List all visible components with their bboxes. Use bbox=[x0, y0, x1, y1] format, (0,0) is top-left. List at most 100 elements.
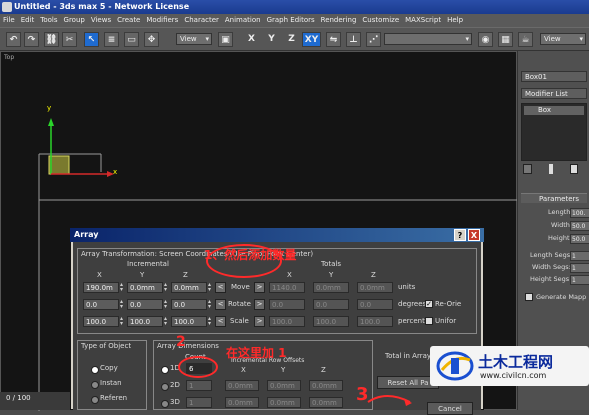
align-icon[interactable]: ⊥ bbox=[346, 32, 361, 47]
instance-radio[interactable] bbox=[91, 381, 99, 389]
rotate-tot-y[interactable]: 0.0 bbox=[313, 299, 349, 310]
scale-tot-y[interactable]: 100.0 bbox=[313, 316, 349, 327]
menu-customize[interactable]: Customize bbox=[359, 14, 402, 27]
menu-character[interactable]: Character bbox=[181, 14, 222, 27]
row3d-x-field[interactable]: 0.0mm bbox=[225, 397, 259, 408]
select-region-icon[interactable]: ▭ bbox=[124, 32, 139, 47]
rotate-inc-x-spinner[interactable]: ▴ ▾ bbox=[120, 299, 126, 310]
rollout-parameters[interactable]: Parameters bbox=[521, 193, 587, 203]
object-name-field[interactable]: Box01 bbox=[521, 71, 587, 82]
count-3d-field[interactable]: 1 bbox=[186, 397, 212, 408]
select-by-name-icon[interactable]: ≡ bbox=[104, 32, 119, 47]
dim-2d-radio[interactable] bbox=[161, 383, 169, 391]
move-inc-x-spinner[interactable]: ▴ ▾ bbox=[120, 282, 126, 293]
menu-edit[interactable]: Edit bbox=[18, 14, 38, 27]
axis-z-button[interactable]: Z bbox=[284, 32, 299, 47]
scale-inc-x[interactable]: 100.0 bbox=[83, 316, 119, 327]
render-type-dropdown[interactable]: View bbox=[540, 33, 586, 45]
scale-tot-x[interactable]: 100.0 bbox=[269, 316, 305, 327]
count-2d-field[interactable]: 1 bbox=[186, 380, 212, 391]
redo-icon[interactable]: ↷ bbox=[24, 32, 39, 47]
pin-stack-icon[interactable] bbox=[523, 164, 532, 174]
menu-maxscript[interactable]: MAXScript bbox=[402, 14, 444, 27]
dim-3d-radio[interactable] bbox=[161, 400, 169, 408]
scale-tot-z[interactable]: 100.0 bbox=[357, 316, 393, 327]
rotate-tot-z[interactable]: 0.0 bbox=[357, 299, 393, 310]
menu-create[interactable]: Create bbox=[114, 14, 143, 27]
menu-modifiers[interactable]: Modifiers bbox=[143, 14, 181, 27]
pivot-icon[interactable]: ▣ bbox=[218, 32, 233, 47]
row2d-y-field[interactable]: 0.0mm bbox=[267, 380, 301, 391]
rotate-tot-x[interactable]: 0.0 bbox=[269, 299, 305, 310]
axis-y-button[interactable]: Y bbox=[264, 32, 279, 47]
generate-mapping-checkbox[interactable] bbox=[525, 293, 533, 301]
reference-coord-dropdown[interactable]: View bbox=[176, 33, 212, 45]
dialog-close-button[interactable]: X bbox=[468, 229, 480, 241]
link-icon[interactable]: ⛓ bbox=[44, 32, 59, 47]
copy-radio[interactable] bbox=[91, 366, 99, 374]
row3d-z-field[interactable]: 0.0mm bbox=[309, 397, 343, 408]
move-inc-z[interactable]: 0.0mm bbox=[171, 282, 207, 293]
rotate-inc-z-spinner[interactable]: ▴ ▾ bbox=[208, 299, 214, 310]
move-inc-z-spinner[interactable]: ▴ ▾ bbox=[208, 282, 214, 293]
param-length-field[interactable]: 100. bbox=[570, 208, 589, 218]
scale-inc-z-spinner[interactable]: ▴ ▾ bbox=[208, 316, 214, 327]
quick-render-icon[interactable]: ☕ bbox=[518, 32, 533, 47]
row2d-x-field[interactable]: 0.0mm bbox=[225, 380, 259, 391]
scale-inc-x-spinner[interactable]: ▴ ▾ bbox=[120, 316, 126, 327]
menu-file[interactable]: File bbox=[0, 14, 18, 27]
scale-inc-y[interactable]: 100.0 bbox=[127, 316, 163, 327]
select-move-icon[interactable]: ✥ bbox=[144, 32, 159, 47]
rotate-inc-z[interactable]: 0.0 bbox=[171, 299, 207, 310]
param-length-segs-field[interactable]: 1 bbox=[570, 251, 589, 261]
undo-icon[interactable]: ↶ bbox=[6, 32, 21, 47]
select-object-icon[interactable]: ↖ bbox=[84, 32, 99, 47]
named-selection-dropdown[interactable] bbox=[384, 33, 472, 45]
menu-rendering[interactable]: Rendering bbox=[318, 14, 360, 27]
unlink-icon[interactable]: ✂ bbox=[62, 32, 77, 47]
array-icon[interactable]: ⋰ bbox=[366, 32, 381, 47]
remove-modifier-icon[interactable] bbox=[570, 164, 578, 174]
uniform-checkbox[interactable] bbox=[425, 317, 433, 325]
scale-right-arrow[interactable]: > bbox=[254, 316, 265, 327]
scale-inc-z[interactable]: 100.0 bbox=[171, 316, 207, 327]
stack-item-box[interactable]: Box bbox=[524, 106, 584, 115]
move-right-arrow[interactable]: > bbox=[254, 282, 265, 293]
move-inc-x[interactable]: 190.0m bbox=[83, 282, 119, 293]
dim-1d-radio[interactable] bbox=[161, 366, 169, 374]
menu-tools[interactable]: Tools bbox=[37, 14, 60, 27]
move-left-arrow[interactable]: < bbox=[215, 282, 226, 293]
scale-left-arrow[interactable]: < bbox=[215, 316, 226, 327]
reference-radio[interactable] bbox=[91, 396, 99, 404]
move-tot-z[interactable]: 0.0mm bbox=[357, 282, 393, 293]
menu-graph-editors[interactable]: Graph Editors bbox=[264, 14, 318, 27]
rotate-inc-x[interactable]: 0.0 bbox=[83, 299, 119, 310]
move-tot-x[interactable]: 1140.0 bbox=[269, 282, 305, 293]
move-inc-y[interactable]: 0.0mm bbox=[127, 282, 163, 293]
re-orient-checkbox[interactable]: ✓ bbox=[425, 300, 433, 308]
menu-help[interactable]: Help bbox=[444, 14, 466, 27]
viewport-label[interactable]: Top bbox=[4, 54, 14, 61]
modifier-list-dropdown[interactable]: Modifier List bbox=[521, 88, 587, 99]
rotate-inc-y[interactable]: 0.0 bbox=[127, 299, 163, 310]
menu-animation[interactable]: Animation bbox=[222, 14, 264, 27]
render-scene-icon[interactable]: ▦ bbox=[498, 32, 513, 47]
axis-x-button[interactable]: X bbox=[244, 32, 259, 47]
menu-views[interactable]: Views bbox=[88, 14, 114, 27]
param-height-segs-field[interactable]: 1 bbox=[570, 275, 589, 285]
menu-group[interactable]: Group bbox=[61, 14, 88, 27]
dialog-help-button[interactable]: ? bbox=[454, 229, 466, 241]
rotate-inc-y-spinner[interactable]: ▴ ▾ bbox=[164, 299, 170, 310]
rotate-right-arrow[interactable]: > bbox=[254, 299, 265, 310]
mirror-icon[interactable]: ⇋ bbox=[326, 32, 341, 47]
cancel-button[interactable]: Cancel bbox=[427, 402, 473, 415]
param-height-field[interactable]: 50.0 bbox=[570, 234, 589, 244]
axis-xy-button[interactable]: XY bbox=[302, 32, 321, 47]
param-width-field[interactable]: 50.0 bbox=[570, 221, 589, 231]
rotate-left-arrow[interactable]: < bbox=[215, 299, 226, 310]
row2d-z-field[interactable]: 0.0mm bbox=[309, 380, 343, 391]
param-width-segs-field[interactable]: 1 bbox=[570, 263, 589, 273]
show-end-result-icon[interactable] bbox=[549, 164, 553, 174]
scale-inc-y-spinner[interactable]: ▴ ▾ bbox=[164, 316, 170, 327]
row3d-y-field[interactable]: 0.0mm bbox=[267, 397, 301, 408]
